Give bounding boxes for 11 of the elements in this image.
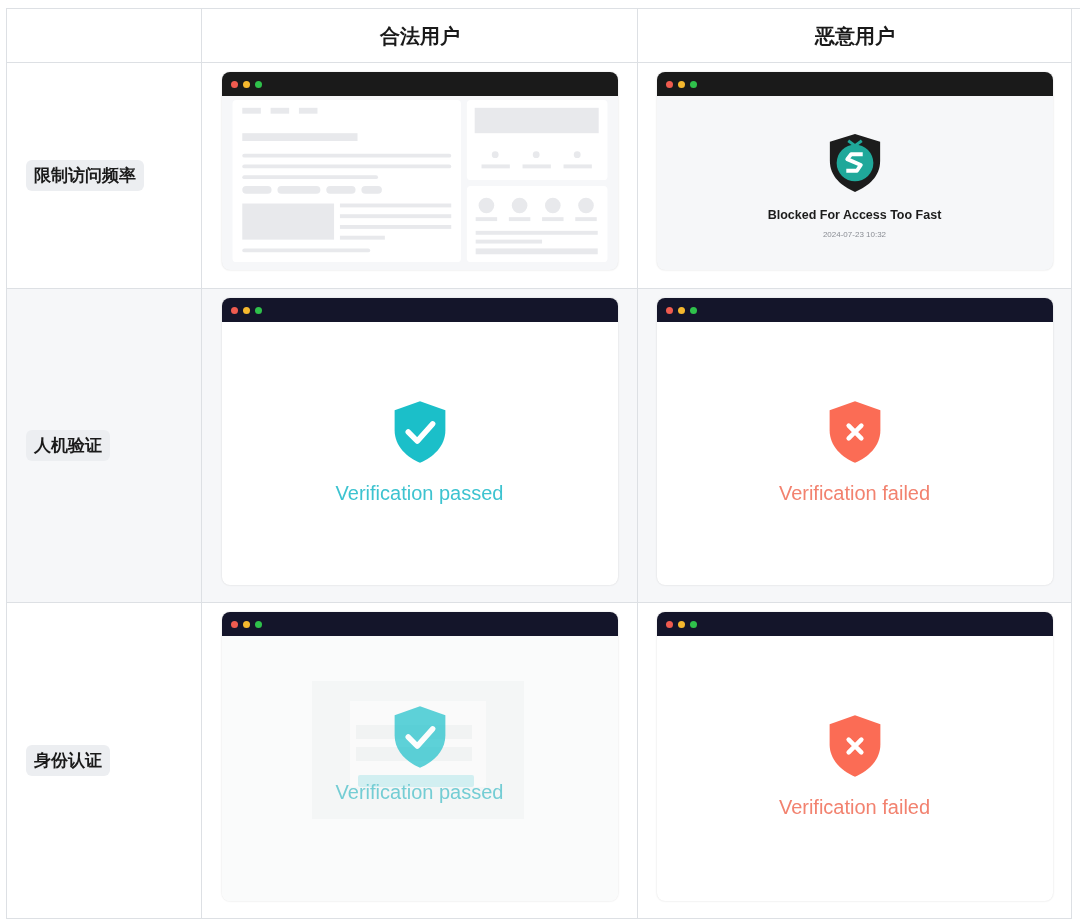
verification-message: Verification passed xyxy=(335,481,504,506)
row-label: 身份认证 xyxy=(26,744,110,777)
row-label: 限制访问频率 xyxy=(26,159,144,192)
column-header: 合法用户 xyxy=(379,23,460,49)
blocked-title: Blocked For Access Too Fast xyxy=(767,207,942,224)
row-label: 人机验证 xyxy=(26,429,110,462)
verification-message: Verification passed xyxy=(335,780,504,805)
timestamp: 2024-07-23 10:32 xyxy=(822,228,887,241)
verification-message: Verification failed xyxy=(778,481,931,506)
verification-message: Verification failed xyxy=(778,795,931,820)
column-header: 恶意用户 xyxy=(814,23,895,49)
